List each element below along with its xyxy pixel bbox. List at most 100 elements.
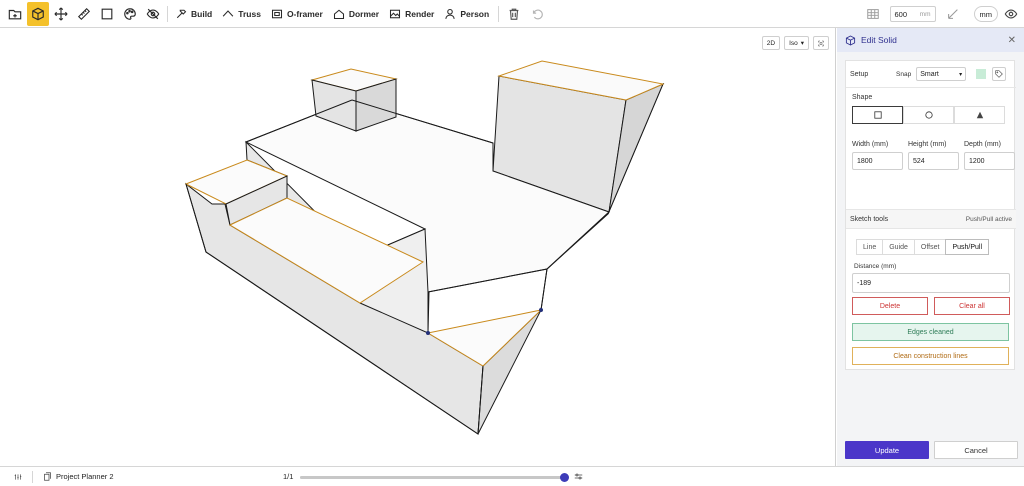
- bottom-bar: Project Planner 2 1/1: [0, 466, 1024, 486]
- hammer-icon: [176, 9, 187, 18]
- snap-select[interactable]: Smart ▾: [916, 67, 967, 81]
- fit-view-icon[interactable]: [813, 36, 829, 50]
- main-toolbar: Build Truss O-framer Dormer Render Perso…: [0, 0, 1024, 28]
- person-icon: [445, 8, 456, 19]
- toolbar-right-group: 600 mm mm: [861, 0, 1024, 28]
- sketch-tools-header: Sketch tools Push/Pull active: [846, 209, 1016, 229]
- 3d-viewport[interactable]: 2D Iso ▾: [0, 28, 836, 466]
- edges-cleaned-button[interactable]: Edges cleaned: [852, 323, 1009, 341]
- circle-icon: [924, 111, 933, 119]
- view-2d-label: 2D: [766, 39, 776, 47]
- depth-field-group: Depth (mm) 1200: [964, 141, 1015, 170]
- depth-input[interactable]: 1200: [964, 152, 1015, 170]
- panel-title: Edit Solid: [861, 35, 897, 45]
- panel-header: Edit Solid ✕: [837, 28, 1024, 52]
- triangle-icon: [976, 111, 983, 119]
- person-button[interactable]: Person: [440, 2, 495, 26]
- project-icon: [44, 472, 51, 481]
- view-mode-select[interactable]: Iso ▾: [784, 36, 809, 50]
- undo-icon[interactable]: [526, 2, 548, 26]
- color-swatch[interactable]: [974, 67, 988, 81]
- shape-selector: [852, 106, 1010, 124]
- square-icon: [873, 111, 882, 119]
- shape-box-button[interactable]: [852, 106, 903, 124]
- slider-settings-icon[interactable]: [574, 472, 583, 481]
- person-label: Person: [460, 8, 490, 19]
- shape-cylinder-button[interactable]: [903, 106, 954, 124]
- palette-icon[interactable]: [119, 2, 141, 26]
- slider-thumb[interactable]: [559, 473, 569, 482]
- square-icon[interactable]: [96, 2, 118, 26]
- chevron-down-icon: ▾: [959, 71, 963, 78]
- dimension-fields: Width (mm) 1800 Height (mm) 524 Depth (m…: [852, 141, 1022, 170]
- project-selector[interactable]: Project Planner 2: [43, 472, 114, 481]
- clear-all-button[interactable]: Clear all: [934, 297, 1010, 315]
- tab-push-pull[interactable]: Push/Pull: [945, 239, 990, 255]
- solid-model-drawing[interactable]: [0, 28, 836, 466]
- truss-label: Truss: [238, 8, 261, 19]
- layers-icon[interactable]: [14, 473, 22, 481]
- snap-value: Smart: [920, 70, 939, 78]
- ruler-icon[interactable]: [73, 2, 95, 26]
- width-input[interactable]: 1800: [852, 152, 903, 170]
- vertex-point: [426, 331, 430, 335]
- project-name: Project Planner 2: [56, 472, 114, 481]
- sketch-status: Push/Pull active: [965, 215, 1012, 223]
- edit-solid-panel: Edit Solid ✕ Setup Snap Smart ▾ Shape Wi…: [837, 28, 1024, 466]
- chevron-down-icon: ▾: [800, 40, 804, 47]
- dormer-label: Dormer: [348, 8, 380, 19]
- bottom-divider: [32, 470, 33, 483]
- roof-truss-icon: [222, 9, 234, 17]
- view-2d-button[interactable]: 2D: [761, 36, 781, 50]
- width-field-group: Width (mm) 1800: [852, 141, 903, 170]
- trash-icon[interactable]: [503, 2, 525, 26]
- height-field-group: Height (mm) 524: [908, 141, 959, 170]
- view-mode-label: Iso: [789, 39, 798, 47]
- units-toggle[interactable]: mm: [973, 6, 998, 22]
- move-icon[interactable]: [50, 2, 72, 26]
- height-input[interactable]: 524: [908, 152, 959, 170]
- close-icon[interactable]: ✕: [1008, 35, 1016, 46]
- sketch-tools-label: Sketch tools: [850, 215, 889, 223]
- update-button[interactable]: Update: [845, 441, 929, 459]
- folder-icon[interactable]: [4, 2, 26, 26]
- grid-size-unit: mm: [919, 10, 931, 18]
- sketch-tabs: Line Guide Offset Push/Pull: [856, 239, 990, 255]
- grid-size-field[interactable]: 600 mm: [889, 6, 936, 22]
- tab-line[interactable]: Line: [856, 239, 883, 255]
- build-label: Build: [191, 8, 213, 19]
- panel-body: Setup Snap Smart ▾ Shape Width (mm) 1800…: [845, 60, 1016, 370]
- width-label: Width (mm): [852, 141, 889, 148]
- snap-label: Snap: [896, 70, 912, 78]
- render-label: Render: [405, 8, 435, 19]
- image-icon: [390, 9, 401, 18]
- units-label: mm: [979, 9, 993, 19]
- cancel-button[interactable]: Cancel: [934, 441, 1018, 459]
- vertex-point: [539, 308, 543, 312]
- cube-icon[interactable]: [27, 1, 49, 26]
- tag-icon[interactable]: [992, 67, 1007, 81]
- oframer-button[interactable]: O-framer: [267, 2, 329, 26]
- render-button[interactable]: Render: [385, 2, 440, 26]
- shape-label: Shape: [852, 94, 873, 101]
- tab-offset[interactable]: Offset: [913, 239, 946, 255]
- page-counter: 1/1: [283, 472, 294, 481]
- view-controls: 2D Iso ▾: [761, 36, 829, 50]
- dormer-button[interactable]: Dormer: [329, 2, 385, 26]
- shape-prism-button[interactable]: [954, 106, 1005, 124]
- eye-icon[interactable]: [1000, 2, 1022, 26]
- timeline-slider[interactable]: [300, 473, 569, 482]
- eye-off-icon[interactable]: [142, 2, 164, 26]
- toolbar-divider: [498, 5, 500, 22]
- distance-input[interactable]: -189: [852, 273, 1010, 293]
- tab-guide[interactable]: Guide: [882, 239, 914, 255]
- clean-construction-lines-button[interactable]: Clean construction lines: [852, 347, 1009, 365]
- distance-label: Distance (mm): [854, 263, 897, 270]
- height-label: Height (mm): [908, 141, 947, 148]
- snap-axis-icon[interactable]: [942, 2, 964, 26]
- house-icon: [333, 9, 344, 19]
- delete-button[interactable]: Delete: [852, 297, 928, 315]
- grid-icon[interactable]: [862, 2, 884, 26]
- truss-button[interactable]: Truss: [218, 2, 267, 26]
- build-button[interactable]: Build: [171, 2, 218, 26]
